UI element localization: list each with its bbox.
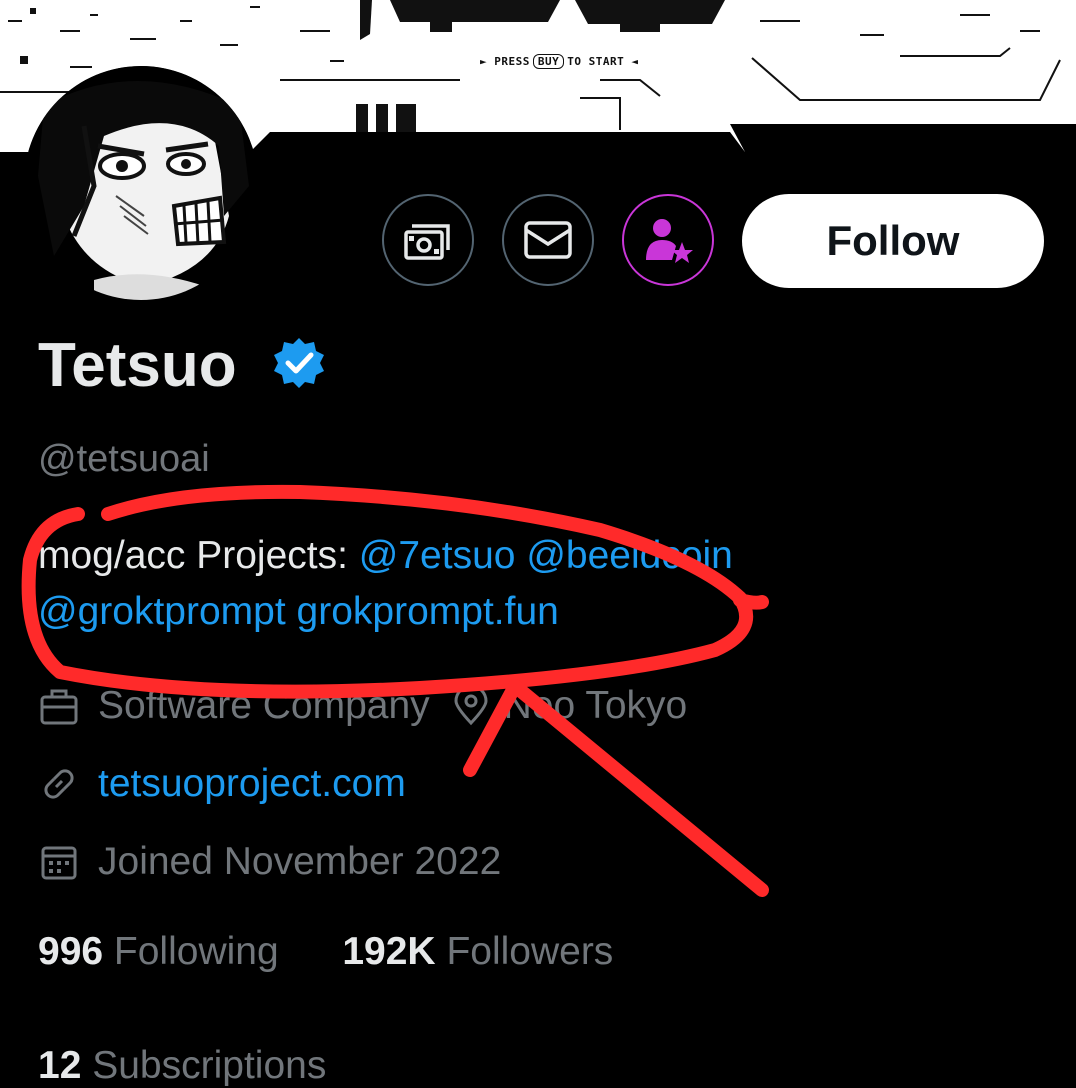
subscriptions-link[interactable]: 12 Subscriptions <box>38 1044 326 1088</box>
joined-date: Joined November 2022 <box>98 840 502 883</box>
subscriptions-label: Subscriptions <box>92 1044 327 1087</box>
arrow-left-icon: ◄ <box>624 55 639 68</box>
following-link[interactable]: 996 Following <box>38 930 279 973</box>
followers-count: 192K <box>342 930 436 973</box>
money-icon <box>404 224 450 260</box>
location-label: Neo Tokyo <box>503 684 688 727</box>
category-location-row: Software Company Neo Tokyo <box>38 684 687 728</box>
link-icon <box>44 769 74 799</box>
subscribe-button[interactable] <box>622 194 714 286</box>
press-prefix: PRESS <box>494 55 530 68</box>
followers-label: Followers <box>446 930 614 973</box>
tip-button[interactable] <box>382 194 474 286</box>
subscriptions-count: 12 <box>38 1044 82 1087</box>
stats-row: 996 Following 192K Followers <box>38 930 613 974</box>
bio-website-link[interactable]: grokprompt.fun <box>297 590 559 633</box>
press-start-text: ► PRESS BUY TO START ◄ <box>480 54 638 69</box>
bio-text: mog/acc Projects: <box>38 534 359 577</box>
following-label: Following <box>113 930 279 973</box>
display-name: Tetsuo <box>38 331 237 400</box>
followers-link[interactable]: 192K Followers <box>342 930 613 973</box>
arrow-right-icon: ► <box>480 55 495 68</box>
message-button[interactable] <box>502 194 594 286</box>
avatar-illustration <box>24 66 258 300</box>
website-link[interactable]: tetsuoproject.com <box>98 762 406 806</box>
briefcase-icon <box>40 689 78 725</box>
verified-badge-icon[interactable] <box>272 336 326 394</box>
following-count: 996 <box>38 930 104 973</box>
category-label: Software Company <box>98 684 430 727</box>
website-row: tetsuoproject.com <box>38 762 406 806</box>
person-star-icon <box>646 219 693 263</box>
joined-row: Joined November 2022 <box>38 840 501 884</box>
mention-link-groktprompt[interactable]: @groktprompt <box>38 590 286 633</box>
calendar-icon <box>41 846 77 880</box>
mention-link-7etsuo[interactable]: @7etsuo <box>359 534 516 577</box>
follow-button[interactable]: Follow <box>742 194 1044 288</box>
mention-link-beeldcoin[interactable]: @beeldcoin <box>526 534 733 577</box>
handle: @tetsuoai <box>38 438 210 480</box>
mail-icon <box>524 221 572 259</box>
bio: mog/acc Projects: @7etsuo @beeldcoin @gr… <box>38 528 1058 640</box>
avatar[interactable] <box>24 66 258 300</box>
press-key: BUY <box>532 54 565 69</box>
location-pin-icon <box>454 685 488 726</box>
press-suffix: TO START <box>567 55 625 68</box>
